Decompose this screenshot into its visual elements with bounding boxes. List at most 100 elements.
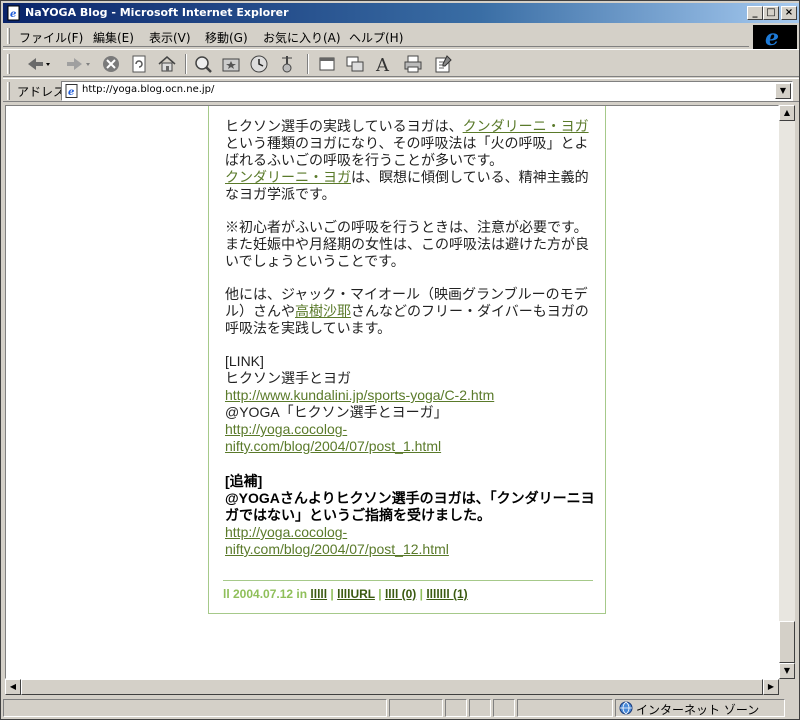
page-viewport: ヒクソン選手の実践しているヨガは、クンダリーニ・ヨガという種類のヨガになり、その… (5, 105, 779, 679)
scroll-up-button[interactable]: ▲ (779, 105, 795, 121)
footer-separator: | (378, 587, 382, 601)
edit-button[interactable] (431, 53, 455, 75)
standard-toolbar: A (3, 49, 799, 77)
address-field[interactable]: e http://yoga.blog.ocn.ne.jp/ ▼ (61, 81, 793, 101)
refresh-icon (132, 55, 146, 73)
favorites-button[interactable] (219, 53, 243, 75)
search-button[interactable] (191, 53, 215, 75)
link-kundalini-yoga-2[interactable]: クンダリーニ・ヨガ (225, 169, 351, 185)
menu-edit[interactable]: 編集(E) (93, 29, 134, 46)
menu-help[interactable]: ヘルプ(H) (349, 29, 403, 46)
footer-separator: | (419, 587, 423, 601)
ie-logo-icon: e (765, 25, 779, 51)
fullscreen-button[interactable] (315, 53, 339, 75)
home-icon (158, 56, 176, 72)
stop-icon (103, 56, 119, 72)
address-label: アドレス (17, 85, 66, 99)
browser-window: e NaYOGA Blog - Microsoft Internet Explo… (0, 0, 800, 720)
link3-url-line1[interactable]: http://yoga.cocolog- (225, 524, 347, 540)
history-button[interactable] (247, 53, 271, 75)
horizontal-scroll-thumb[interactable] (21, 679, 763, 695)
paragraph-1: ヒクソン選手の実践しているヨガは、クンダリーニ・ヨガという種類のヨガになり、その… (225, 118, 595, 203)
scroll-down-button[interactable]: ▼ (779, 663, 795, 679)
font-icon: A (375, 55, 390, 74)
refresh-button[interactable] (127, 53, 151, 75)
arrow-up-icon: ▲ (783, 108, 791, 117)
address-dropdown-button[interactable]: ▼ (775, 83, 791, 99)
menu-go[interactable]: 移動(G) (205, 29, 248, 46)
scroll-right-button[interactable]: ▶ (763, 679, 779, 695)
forward-button[interactable] (61, 53, 97, 75)
security-zone[interactable]: インターネット ゾーン (615, 699, 785, 717)
edit-icon (435, 55, 452, 73)
channels-button[interactable] (275, 53, 299, 75)
mail-button[interactable] (343, 53, 367, 75)
text: ヒクソン選手の実践しているヨガは、 (225, 118, 463, 134)
permalink[interactable]: llllURL (337, 587, 375, 601)
scroll-left-button[interactable]: ◀ (5, 679, 21, 695)
link2-title: @YOGA「ヒクソン選手とヨーガ」 (225, 404, 448, 420)
address-url[interactable]: http://yoga.blog.ocn.ne.jp/ (82, 84, 214, 95)
home-button[interactable] (155, 53, 179, 75)
vertical-scroll-thumb[interactable] (779, 621, 795, 663)
text: という種類のヨガになり、その呼吸法は「火の呼吸」とよばれるふいごの呼吸を行うこと… (225, 135, 589, 168)
status-cell (469, 699, 491, 717)
post-footer: ll 2004.07.12 in lllll | llllURL | llll … (223, 580, 593, 601)
post-body: ヒクソン選手の実践しているヨガは、クンダリーニ・ヨガという種類のヨガになり、その… (225, 118, 595, 574)
stop-button[interactable] (99, 53, 123, 75)
back-button[interactable] (21, 53, 57, 75)
close-button[interactable]: × (781, 6, 797, 20)
window-title: NaYOGA Blog - Microsoft Internet Explore… (25, 6, 289, 19)
link1-url[interactable]: http://www.kundalini.jp/sports-yoga/C-2.… (225, 387, 494, 403)
trackbacks-link[interactable]: lllllll (1) (426, 587, 467, 601)
fullscreen-icon (319, 57, 335, 71)
print-button[interactable] (401, 53, 425, 75)
status-cell (493, 699, 515, 717)
title-bar[interactable]: e NaYOGA Blog - Microsoft Internet Explo… (3, 3, 799, 23)
addendum-section: [追補] @YOGAさんよりヒクソン選手のヨガは、「クンダリーニヨガではない」と… (225, 473, 595, 558)
status-text-cell (3, 699, 387, 717)
post-date: ll 2004.07.12 in (223, 587, 308, 601)
comments-link[interactable]: llll (0) (385, 587, 416, 601)
status-bar: インターネット ゾーン (3, 698, 799, 718)
channels-icon (282, 56, 292, 73)
globe-icon (619, 701, 633, 715)
paragraph-2: ※初心者がふいごの呼吸を行うときは、注意が必要です。また妊娠中や月経期の女性は、… (225, 219, 589, 269)
menu-grip[interactable] (7, 28, 10, 44)
maximize-button[interactable]: □ (763, 6, 779, 20)
ie-logo: e (753, 25, 797, 51)
link2-url-line1[interactable]: http://yoga.cocolog- (225, 421, 347, 437)
addendum-text: @YOGAさんよりヒクソン選手のヨガは、「クンダリーニヨガではない」というご指摘… (225, 490, 595, 523)
menu-favorites[interactable]: お気に入り(A) (263, 29, 341, 46)
toolbar-grip[interactable] (7, 54, 10, 74)
arrow-right-icon: ▶ (767, 682, 775, 691)
status-cell (517, 699, 613, 717)
blog-post: ヒクソン選手の実践しているヨガは、クンダリーニ・ヨガという種類のヨガになり、その… (208, 106, 606, 614)
status-cell (389, 699, 443, 717)
address-grip[interactable] (7, 82, 10, 100)
link1-title: ヒクソン選手とヨガ (225, 370, 351, 386)
link-takagi-saya[interactable]: 高樹沙耶 (295, 303, 351, 319)
paragraph-3: 他には、ジャック・マイオール（映画グランブルーのモデル）さんや高樹沙耶さんなどの… (225, 286, 595, 337)
menu-file[interactable]: ファイル(F) (19, 29, 83, 46)
menu-bar: ファイル(F) 編集(E) 表示(V) 移動(G) お気に入り(A) ヘルプ(H… (3, 25, 749, 47)
print-icon (404, 55, 422, 73)
menu-view[interactable]: 表示(V) (149, 29, 191, 46)
zone-label: インターネット ゾーン (636, 703, 760, 717)
ie-page-icon: e (7, 5, 20, 21)
horizontal-scrollbar[interactable]: ◀ ▶ (5, 679, 779, 695)
minimize-button[interactable]: _ (747, 6, 763, 20)
svg-text:A: A (375, 55, 390, 74)
back-icon (28, 58, 50, 70)
link3-url-line2[interactable]: nifty.com/blog/2004/07/post_12.html (225, 541, 449, 557)
address-bar: アドレス e http://yoga.blog.ocn.ne.jp/ ▼ (3, 78, 799, 102)
font-button[interactable]: A (371, 53, 395, 75)
link2-url-line2[interactable]: nifty.com/blog/2004/07/post_1.html (225, 438, 441, 454)
page-icon: e (65, 84, 78, 98)
chevron-down-icon: ▼ (779, 86, 787, 95)
category-link[interactable]: lllll (310, 587, 327, 601)
link-kundalini-yoga[interactable]: クンダリーニ・ヨガ (463, 118, 589, 134)
toolbar-separator (185, 54, 187, 74)
addendum-title: [追補] (225, 473, 263, 489)
vertical-scrollbar[interactable]: ▲ ▼ (779, 105, 795, 679)
